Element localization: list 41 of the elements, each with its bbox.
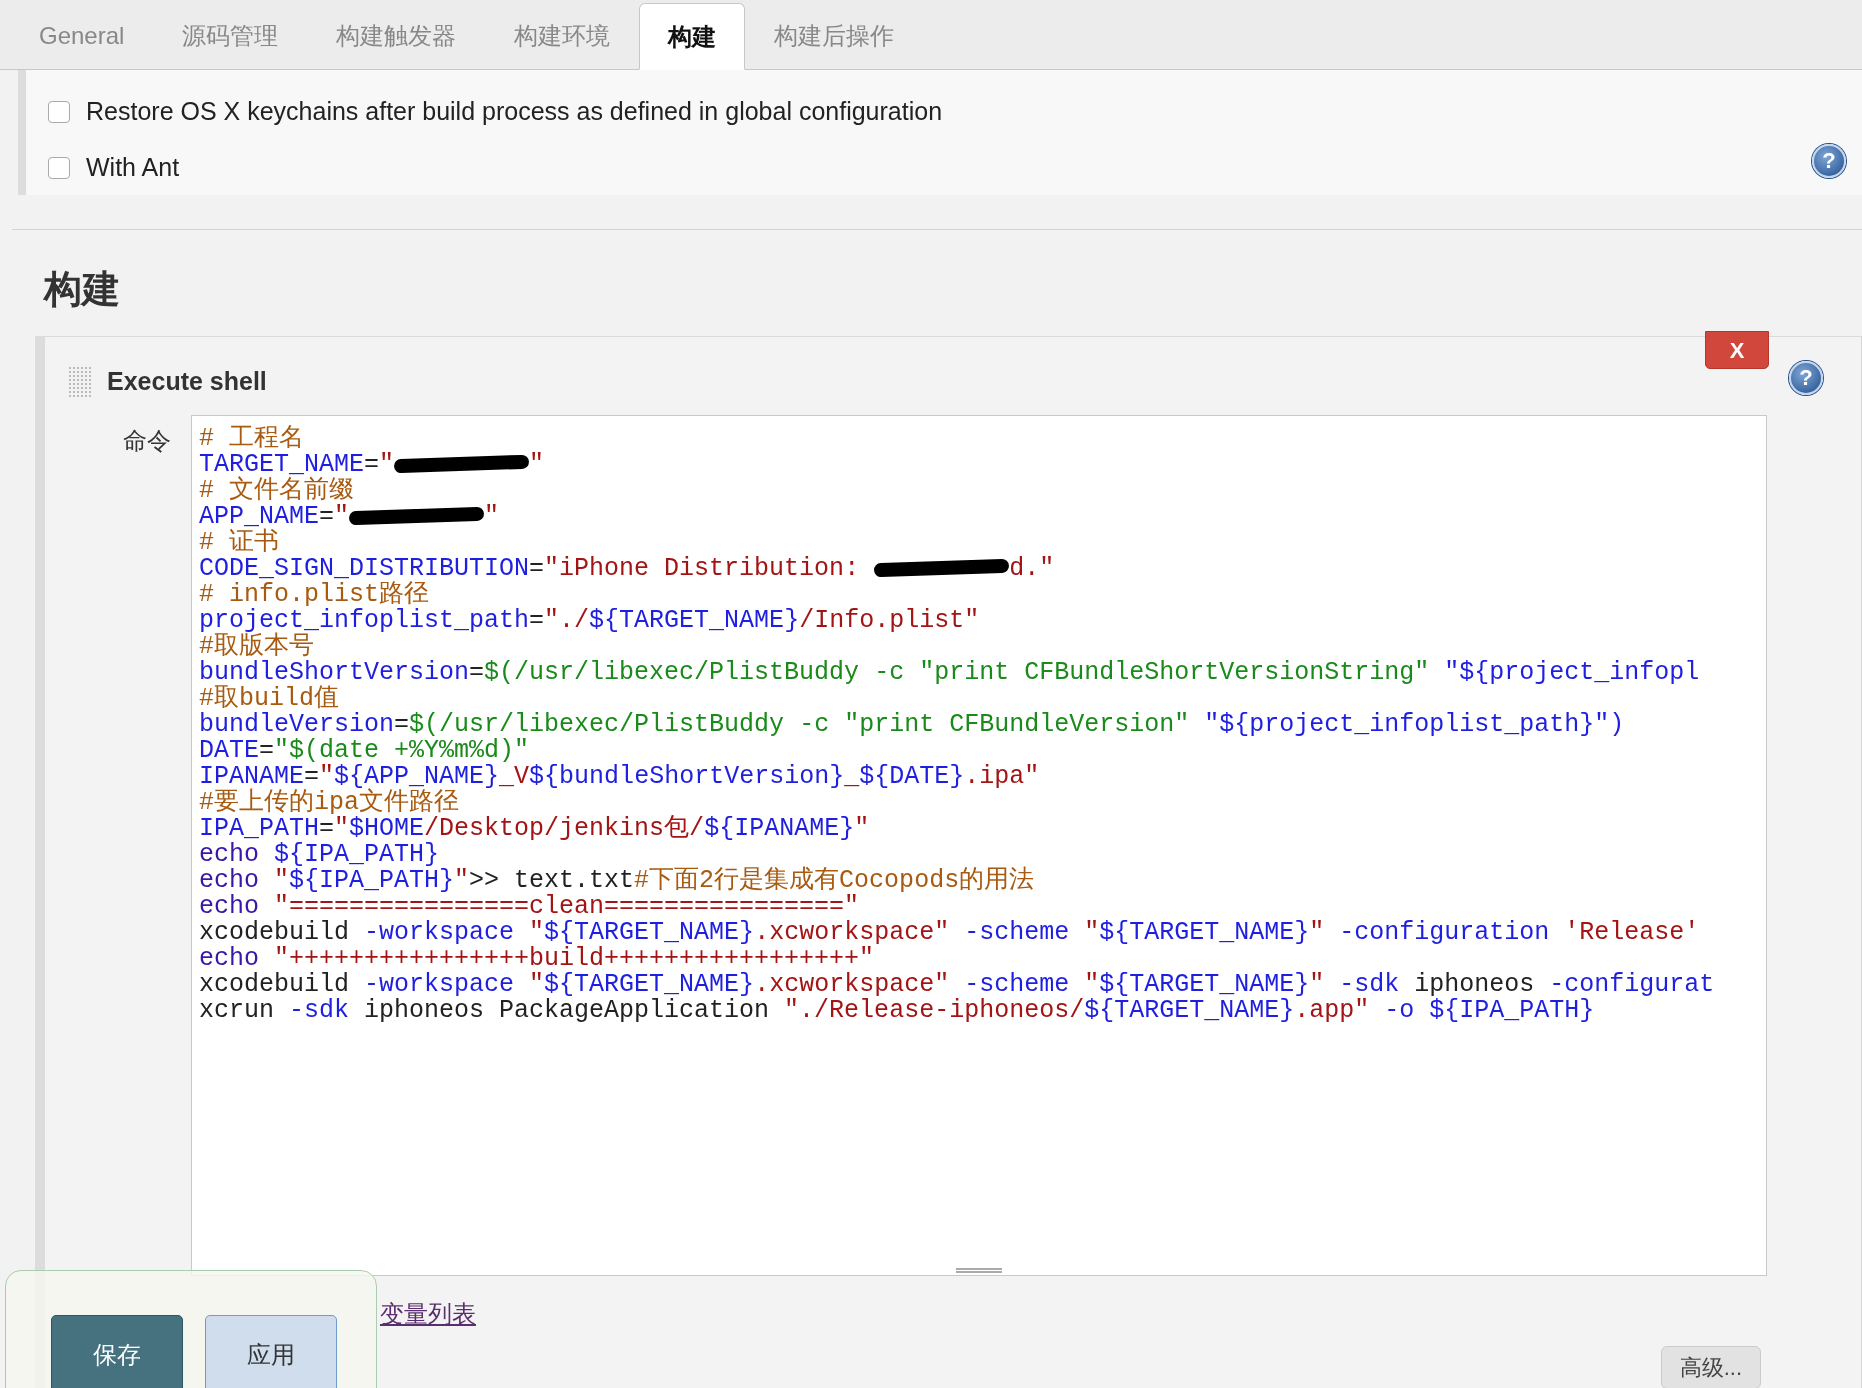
help-button[interactable]: ?: [1789, 361, 1823, 395]
drag-handle-icon[interactable]: [69, 367, 91, 397]
checkbox[interactable]: [48, 101, 70, 123]
tab[interactable]: 源码管理: [153, 2, 308, 70]
code-line: bundleVersion=$(/usr/libexec/PlistBuddy -c "print CFBundleVersion" "${project_infoplist_path}"): [199, 712, 1626, 738]
help-button[interactable]: ?: [1812, 144, 1846, 178]
code-editor[interactable]: [191, 415, 1767, 1276]
code-line: echo "================clean================": [199, 894, 860, 920]
code-line: #要上传的ipa文件路径: [199, 790, 459, 816]
code-line: xcodebuild -workspace "${TARGET_NAME}.xcworkspace" -scheme "${TARGET_NAME}" -configuration 'Release': [199, 920, 1701, 946]
code-line: # 文件名前缀: [199, 478, 355, 504]
apply-button[interactable]: 应用: [205, 1315, 337, 1388]
code-line: echo "${IPA_PATH}">> text.txt#下面2行是集成有Cocopods的用法: [199, 868, 1036, 894]
code-line: IPA_PATH="$HOME/Desktop/jenkins包/${IPANAME}": [199, 816, 871, 842]
delete-button[interactable]: X: [1705, 331, 1769, 369]
tab[interactable]: 构建环境: [485, 2, 640, 70]
code-line: xcodebuild -workspace "${TARGET_NAME}.xcworkspace" -scheme "${TARGET_NAME}" -sdk iphoneos -configurat: [199, 972, 1716, 998]
code-line: DATE="$(date +%Y%m%d)": [199, 738, 530, 764]
code-line: #取版本号: [199, 634, 314, 660]
code-line: #取build值: [199, 686, 339, 712]
section-title: 构建: [44, 266, 121, 312]
checkbox-label: With Ant: [86, 152, 180, 184]
field-label: 命令: [122, 426, 172, 456]
checkbox-label: Restore OS X keychains after build process as defined in global configuration: [86, 96, 943, 128]
checkbox[interactable]: [48, 157, 70, 179]
step-title: Execute shell: [107, 366, 267, 398]
resize-grip[interactable]: [956, 1268, 1002, 1273]
tab[interactable]: 构建后操作: [745, 2, 924, 70]
tab[interactable]: 构建: [639, 3, 746, 70]
code-line: echo ${IPA_PATH}: [199, 842, 440, 868]
code-line: echo "++++++++++++++++build+++++++++++++++++": [199, 946, 875, 972]
save-button[interactable]: 保存: [51, 1315, 183, 1388]
code-line: # info.plist路径: [199, 582, 430, 608]
env-variables-link[interactable]: 变量列表: [380, 1296, 476, 1332]
code-line: CODE_SIGN_DISTRIBUTION="iPhone Distribution: d.": [199, 556, 1056, 582]
advanced-button[interactable]: 高级...: [1660, 1346, 1761, 1388]
tab[interactable]: 构建触发器: [307, 2, 486, 70]
code-line: # 工程名: [199, 426, 305, 452]
code-line: xcrun -sdk iphoneos PackageApplication "./Release-iphoneos/${TARGET_NAME}.app" -o ${IPA_PATH}: [199, 998, 1596, 1024]
code-line: bundleShortVersion=$(/usr/libexec/PlistBuddy -c "print CFBundleShortVersionString" "${project_infopl: [199, 660, 1701, 686]
tab[interactable]: General: [10, 2, 154, 70]
